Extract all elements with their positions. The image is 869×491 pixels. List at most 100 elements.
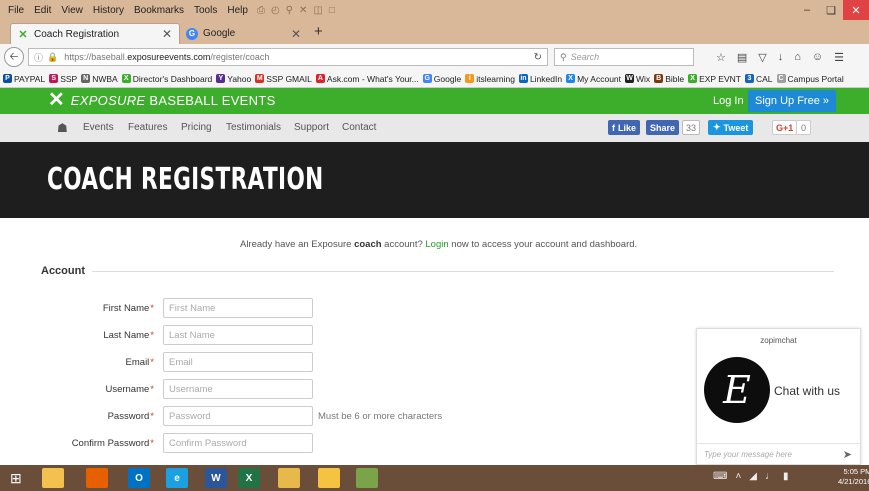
bookmark-star-icon[interactable]: ☆ [716, 51, 726, 64]
info-icon[interactable]: ⓘ [34, 51, 43, 64]
bookmark-item[interactable]: i itslearning [465, 74, 515, 84]
keyboard-icon[interactable]: ⌨ [713, 471, 727, 482]
facebook-share-button[interactable]: Share [646, 120, 680, 135]
back-arrow-icon[interactable]: 🡠 [4, 47, 24, 67]
menu-tools[interactable]: Tools [189, 5, 222, 16]
bookmark-item[interactable]: X My Account [566, 74, 621, 84]
tab-close-icon[interactable]: ✕ [162, 27, 172, 41]
tweet-button[interactable]: ✦ Tweet [708, 120, 754, 135]
tab-close-icon[interactable]: ✕ [291, 27, 301, 41]
files-icon[interactable] [278, 468, 300, 488]
restore-icon[interactable]: ❏ [819, 0, 843, 20]
paint-icon[interactable] [356, 468, 378, 488]
reading-list-icon[interactable]: ▤ [737, 51, 747, 64]
site-logo[interactable]: ✕ EXPOSURE BASEBALL EVENTS [48, 90, 276, 110]
menu-view[interactable]: View [56, 5, 88, 16]
bookmark-item[interactable]: N NWBA [81, 74, 118, 84]
chat-widget[interactable]: zopimchat E Chat with us Type your messa… [696, 328, 861, 465]
first-name-field[interactable] [163, 298, 313, 318]
hero-banner: COACH REGISTRATION [0, 142, 869, 218]
nav-contact[interactable]: Contact [342, 122, 376, 133]
pocket-icon[interactable]: ▽ [758, 51, 766, 64]
bookmark-label: Google [433, 73, 462, 84]
last-name-field[interactable] [163, 325, 313, 345]
nav-pricing[interactable]: Pricing [181, 122, 212, 133]
search-input[interactable]: ⚲ Search [554, 48, 694, 66]
windows-start-icon[interactable]: ⊞ [10, 470, 22, 487]
chat-message-input[interactable]: Type your message here ➤ [697, 443, 860, 465]
bookmark-item[interactable]: in LinkedIn [518, 74, 562, 84]
hamburger-menu-icon[interactable]: ☰ [834, 51, 844, 64]
password-field[interactable] [163, 406, 313, 426]
bookmark-item[interactable]: S SSP [49, 74, 77, 84]
username-field[interactable] [163, 379, 313, 399]
tray-up-icon[interactable]: ˄ [735, 471, 741, 482]
menu-help[interactable]: Help [222, 5, 253, 16]
excel-icon[interactable]: X [238, 468, 260, 488]
network-icon[interactable]: ◢ [749, 471, 757, 482]
tab-google[interactable]: G Google ✕ [180, 23, 308, 44]
confirm-password-field[interactable] [163, 433, 313, 453]
blank-page-icon[interactable]: □ [329, 5, 335, 16]
toolbar-icons: ☆ ▤ ▽ ↓ ⌂ ☺ ☰ [716, 51, 844, 64]
nav-features[interactable]: Features [128, 122, 167, 133]
nav-events[interactable]: Events [83, 122, 114, 133]
bookmark-item[interactable]: Y Yahoo [216, 74, 251, 84]
history-icon[interactable]: ◴ [271, 5, 280, 16]
url-bar[interactable]: ⓘ 🔒 https://baseball. exposureevents.com… [28, 48, 548, 66]
nav-testimonials[interactable]: Testimonials [226, 122, 281, 133]
smiley-icon[interactable]: ☺ [812, 51, 823, 64]
folder-icon[interactable] [318, 468, 340, 488]
outlook-icon[interactable]: O [128, 468, 150, 488]
print-icon[interactable]: ⎙ [257, 5, 265, 16]
username-row: Username* [0, 379, 500, 399]
email-row: Email* [0, 352, 500, 372]
menu-history[interactable]: History [88, 5, 129, 16]
close-icon[interactable]: ✕ [299, 5, 307, 16]
clock[interactable]: 5:05 PM 4/21/2016 [838, 467, 869, 487]
firefox-icon[interactable] [86, 468, 108, 488]
bookmark-item[interactable]: 3 CAL [744, 74, 773, 84]
last-name-row: Last Name* [0, 325, 500, 345]
reload-icon[interactable]: ↻ [534, 52, 542, 63]
chat-cta[interactable]: Chat with us [774, 384, 840, 398]
word-icon[interactable]: W [205, 468, 227, 488]
send-arrow-icon[interactable]: ➤ [843, 448, 852, 461]
window-close-icon[interactable]: ✕ [843, 0, 869, 20]
email-field[interactable] [163, 352, 313, 372]
facebook-like-button[interactable]: f Like [608, 120, 641, 135]
intro-text: account? [381, 239, 426, 250]
bookmark-item[interactable]: X Director's Dashboard [121, 74, 212, 84]
search-icon[interactable]: ⚲ [286, 5, 293, 16]
home-icon[interactable]: ⌂ [794, 51, 801, 64]
signup-button[interactable]: Sign Up Free » [748, 90, 836, 112]
tab-coach-registration[interactable]: ✕ Coach Registration ✕ [10, 23, 180, 44]
login-link[interactable]: Login [425, 239, 448, 250]
bookmark-item[interactable]: M SSP GMAIL [255, 74, 312, 84]
bookmark-item[interactable]: G Google [422, 73, 462, 84]
home-icon[interactable]: ☗ [57, 121, 68, 135]
gplus-button[interactable]: G+1 [772, 120, 798, 135]
bookmark-item[interactable]: C Campus Portal [776, 74, 844, 84]
download-icon[interactable]: ↓ [778, 51, 784, 64]
nav-support[interactable]: Support [294, 122, 329, 133]
bookmark-item[interactable]: X EXP EVNT [688, 74, 741, 84]
bookmark-item[interactable]: P PAYPAL [3, 74, 45, 84]
bookmark-item[interactable]: B Bible [654, 74, 684, 84]
volume-icon[interactable]: ♩ [765, 471, 775, 482]
bookmarks-bar: P PAYPAL S SSP N NWBA X Director's Dashboard Y Ya… [0, 70, 869, 88]
bookmark-item[interactable]: W Wix [625, 74, 650, 84]
internet-explorer-icon[interactable]: e [166, 468, 188, 488]
login-link[interactable]: Log In [713, 95, 744, 107]
menu-bookmarks[interactable]: Bookmarks [129, 5, 189, 16]
menu-file[interactable]: File [0, 5, 29, 16]
bookmark-icon: A [315, 74, 325, 83]
minimize-icon[interactable]: – [795, 0, 819, 20]
paste-icon[interactable]: ◫ [313, 5, 322, 16]
bookmark-icon: Y [216, 74, 226, 83]
file-explorer-icon[interactable] [42, 468, 64, 488]
menu-edit[interactable]: Edit [29, 5, 56, 16]
bookmark-item[interactable]: A Ask.com - What's Your... [315, 74, 419, 84]
new-tab-icon[interactable]: + [314, 23, 323, 40]
battery-icon[interactable]: ▮ [783, 471, 789, 482]
